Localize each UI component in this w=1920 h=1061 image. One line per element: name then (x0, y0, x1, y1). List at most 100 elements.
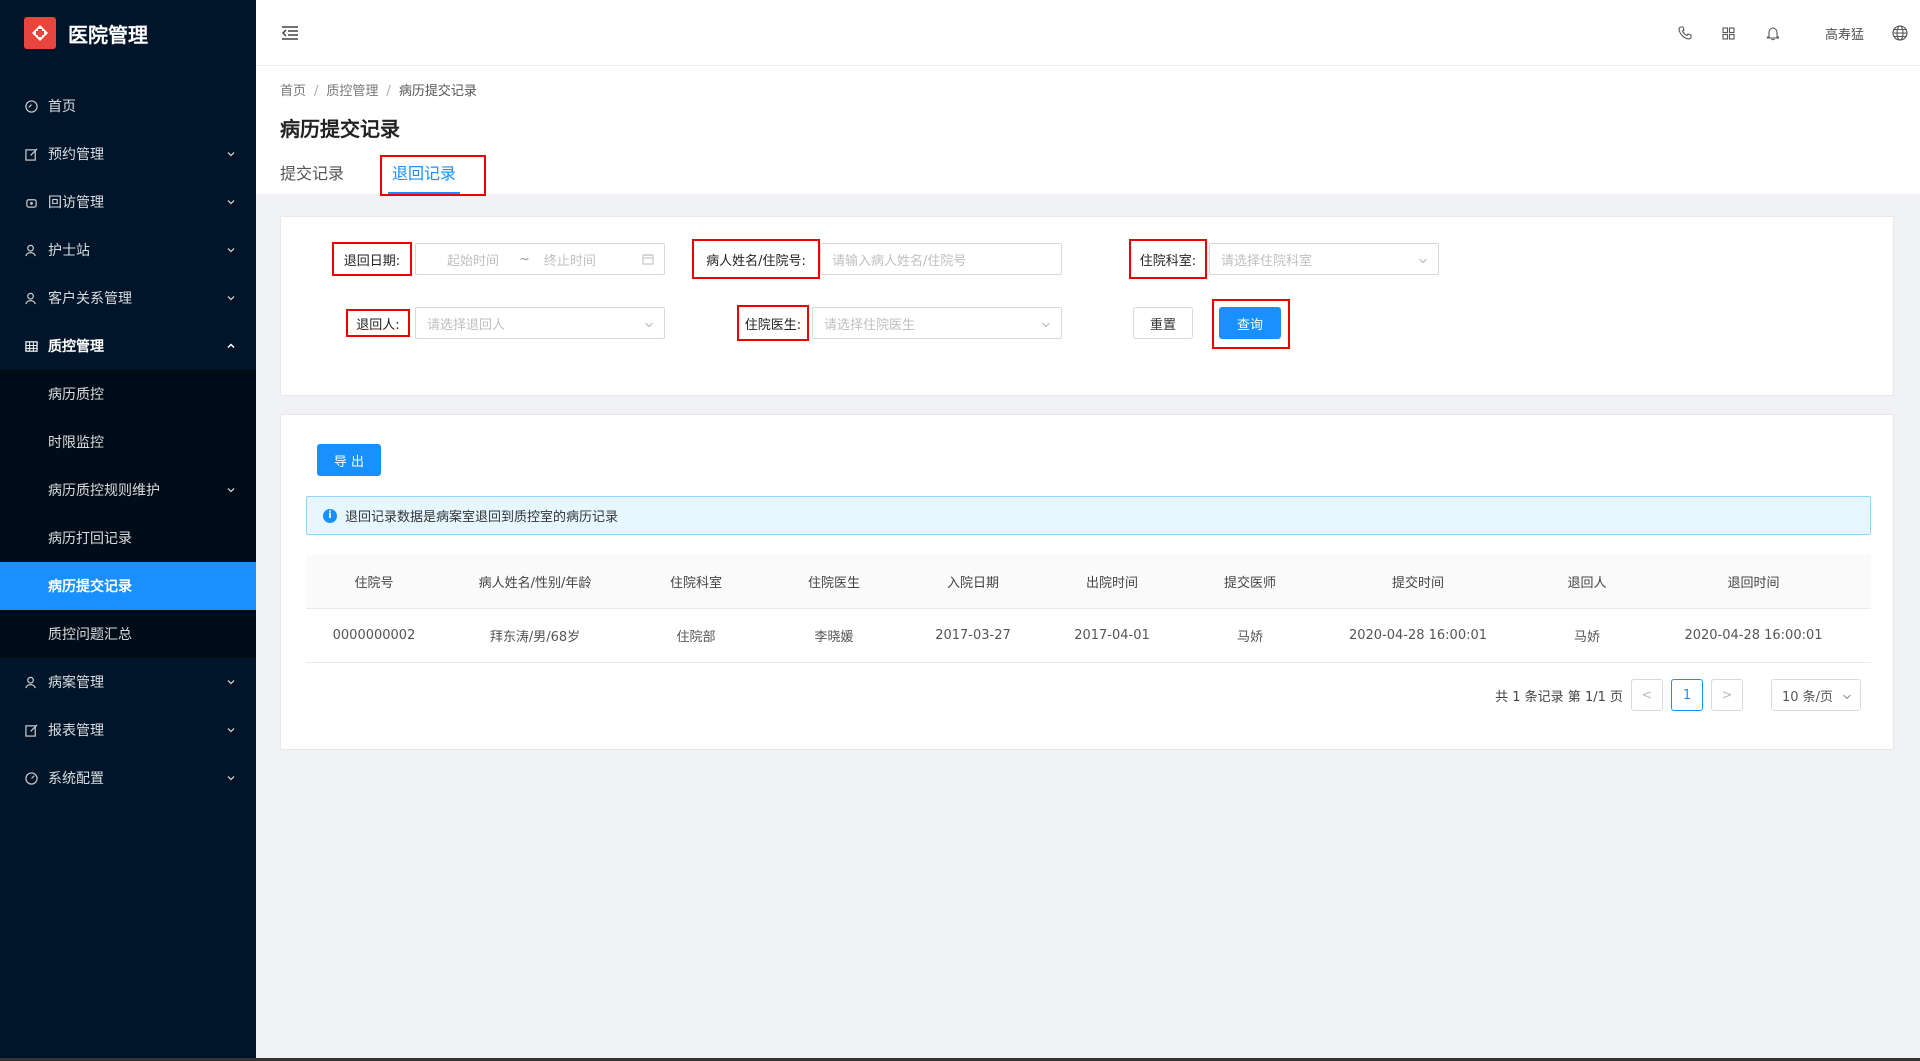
breadcrumb-separator: / (314, 84, 319, 99)
cell-admission-no: 0000000002 (332, 628, 416, 643)
user-icon (24, 675, 38, 689)
sidebar-item-label: 病历提交记录 (48, 579, 132, 595)
department-placeholder: 请选择住院科室 (1221, 253, 1313, 269)
prev-page-button[interactable]: < (1631, 679, 1663, 711)
patient-name-label: 病人姓名/住院号: (692, 239, 820, 279)
info-icon: i (323, 508, 337, 523)
sidebar-item-label: 回访管理 (48, 195, 104, 211)
grid-icon[interactable] (1721, 25, 1737, 41)
chevron-down-icon (226, 677, 236, 687)
page-size-value: 10 条/页 (1782, 689, 1834, 705)
bell-icon[interactable] (1765, 25, 1781, 41)
sidebar-item-label: 病历质控 (48, 387, 104, 403)
sidebar-item-label: 预约管理 (48, 147, 104, 163)
sidebar-subitem-return-records[interactable]: 病历打回记录 (0, 514, 256, 562)
column-header[interactable]: 退回时间 (1656, 572, 1851, 591)
sidebar-item-label: 病历质控规则维护 (48, 483, 160, 499)
column-header[interactable]: 入院日期 (904, 572, 1042, 591)
table-card: 导 出 i 退回记录数据是病案室退回到质控室的病历记录 住院号 病人姓名/性别/… (280, 414, 1894, 750)
breadcrumb-quality-control[interactable]: 质控管理 (326, 84, 378, 99)
end-date-placeholder: 终止时间 (543, 253, 596, 269)
column-header[interactable]: 退回人 (1518, 572, 1656, 591)
column-header[interactable]: 住院医生 (764, 572, 904, 591)
sidebar-item-label: 系统配置 (48, 771, 104, 787)
reset-button[interactable]: 重置 (1133, 307, 1193, 339)
side-menu: 首页 预约管理 回访管理 护士站 客户关系管理 质控管理 病历质控 时限监控 病… (0, 82, 256, 802)
quality-control-submenu: 病历质控 时限监控 病历质控规则维护 病历打回记录 病历提交记录 质控问题汇总 (0, 370, 256, 658)
column-header[interactable]: 提交时间 (1318, 572, 1518, 591)
sidebar-item-label: 时限监控 (48, 435, 104, 451)
calendar-icon (642, 253, 654, 265)
range-separator: ~ (519, 251, 530, 267)
doctor-select[interactable]: 请选择住院医生 (812, 307, 1062, 339)
phone-icon (24, 195, 38, 209)
highlight-box-tab (380, 155, 486, 196)
sidebar: 医院管理 首页 预约管理 回访管理 护士站 客户关系管理 质控管理 病历质控 时… (0, 0, 256, 1061)
column-header[interactable]: 病人姓名/性别/年龄 (442, 572, 628, 591)
tab-submit-records[interactable]: 提交记录 (280, 160, 344, 194)
sidebar-item-crm[interactable]: 客户关系管理 (0, 274, 256, 322)
patient-name-input[interactable]: 请输入病人姓名/住院号 (820, 243, 1062, 275)
top-header: 高寿猛 (256, 0, 1920, 66)
cell-return-time: 2020-04-28 16:00:01 (1684, 628, 1823, 643)
cell-submit-time: 2020-04-28 16:00:01 (1348, 628, 1488, 643)
records-table: 住院号 病人姓名/性别/年龄 住院科室 住院医生 入院日期 出院时间 提交医师 … (306, 555, 1871, 663)
filter-card: 退回日期: 起始时间 ~ 终止时间 病人姓名/住院号: 请输入病人姓名/住院号 … (280, 216, 1894, 396)
sidebar-item-followup[interactable]: 回访管理 (0, 178, 256, 226)
breadcrumb-home[interactable]: 首页 (280, 84, 306, 99)
column-header[interactable]: 提交医师 (1182, 572, 1318, 591)
sidebar-subitem-qc-rules[interactable]: 病历质控规则维护 (0, 466, 256, 514)
export-button[interactable]: 导 出 (317, 444, 381, 476)
column-header[interactable]: 出院时间 (1042, 572, 1182, 591)
pagination: 共 1 条记录 第 1/1 页 < 1 > 10 条/页 (1495, 679, 1861, 711)
table-header-row: 住院号 病人姓名/性别/年龄 住院科室 住院医生 入院日期 出院时间 提交医师 … (306, 555, 1871, 609)
header-actions: 高寿猛 (1677, 0, 1920, 66)
sidebar-subitem-qc-issues[interactable]: 质控问题汇总 (0, 610, 256, 658)
cell-submitting-doctor: 马娇 (1236, 630, 1263, 645)
gauge-icon (24, 771, 38, 785)
logo[interactable]: 医院管理 (0, 0, 256, 66)
sidebar-subitem-record-qc[interactable]: 病历质控 (0, 370, 256, 418)
page-size-select[interactable]: 10 条/页 (1771, 679, 1861, 711)
sidebar-item-appointment[interactable]: 预约管理 (0, 130, 256, 178)
sidebar-subitem-submit-records[interactable]: 病历提交记录 (0, 562, 256, 610)
cell-patient: 拜东涛/男/68岁 (489, 630, 581, 645)
sidebar-item-reports[interactable]: 报表管理 (0, 706, 256, 754)
chevron-down-icon (226, 245, 236, 255)
cell-admission-date: 2017-03-27 (935, 628, 1011, 643)
next-page-button[interactable]: > (1711, 679, 1743, 711)
sidebar-item-system-config[interactable]: 系统配置 (0, 754, 256, 802)
alert-text: 退回记录数据是病案室退回到质控室的病历记录 (345, 510, 619, 525)
sidebar-item-label: 首页 (48, 99, 76, 115)
menu-fold-icon[interactable] (280, 23, 300, 43)
sidebar-item-label: 护士站 (48, 243, 90, 259)
sidebar-item-label: 病案管理 (48, 675, 104, 691)
sidebar-item-nurse-station[interactable]: 护士站 (0, 226, 256, 274)
sidebar-item-home[interactable]: 首页 (0, 82, 256, 130)
sidebar-item-medical-records[interactable]: 病案管理 (0, 658, 256, 706)
column-header[interactable]: 住院科室 (628, 572, 764, 591)
chevron-up-icon (226, 341, 236, 351)
cell-department: 住院部 (676, 630, 716, 645)
sidebar-item-quality-control[interactable]: 质控管理 (0, 322, 256, 370)
cell-doctor: 李晓媛 (814, 630, 854, 645)
sidebar-subitem-time-monitor[interactable]: 时限监控 (0, 418, 256, 466)
department-label: 住院科室: (1129, 239, 1207, 279)
sidebar-item-label: 病历打回记录 (48, 531, 132, 547)
sidebar-item-label: 质控问题汇总 (48, 627, 132, 643)
page-1-button[interactable]: 1 (1671, 679, 1703, 711)
returner-select[interactable]: 请选择退回人 (415, 307, 665, 339)
info-alert: i 退回记录数据是病案室退回到质控室的病历记录 (306, 496, 1871, 535)
globe-icon[interactable] (1892, 25, 1908, 41)
start-date-placeholder: 起始时间 (447, 253, 500, 269)
return-date-label: 退回日期: (332, 242, 412, 276)
department-select[interactable]: 请选择住院科室 (1209, 243, 1439, 275)
sidebar-item-label: 客户关系管理 (48, 291, 132, 307)
column-header[interactable]: 住院号 (306, 572, 442, 591)
query-button[interactable]: 查询 (1219, 307, 1281, 339)
username[interactable]: 高寿猛 (1825, 24, 1864, 43)
return-date-range-picker[interactable]: 起始时间 ~ 终止时间 (415, 243, 665, 275)
table-row[interactable]: 0000000002 拜东涛/男/68岁 住院部 李晓媛 2017-03-27 … (306, 609, 1871, 663)
phone-icon[interactable] (1677, 25, 1693, 41)
pagination-summary: 共 1 条记录 第 1/1 页 (1495, 689, 1623, 705)
